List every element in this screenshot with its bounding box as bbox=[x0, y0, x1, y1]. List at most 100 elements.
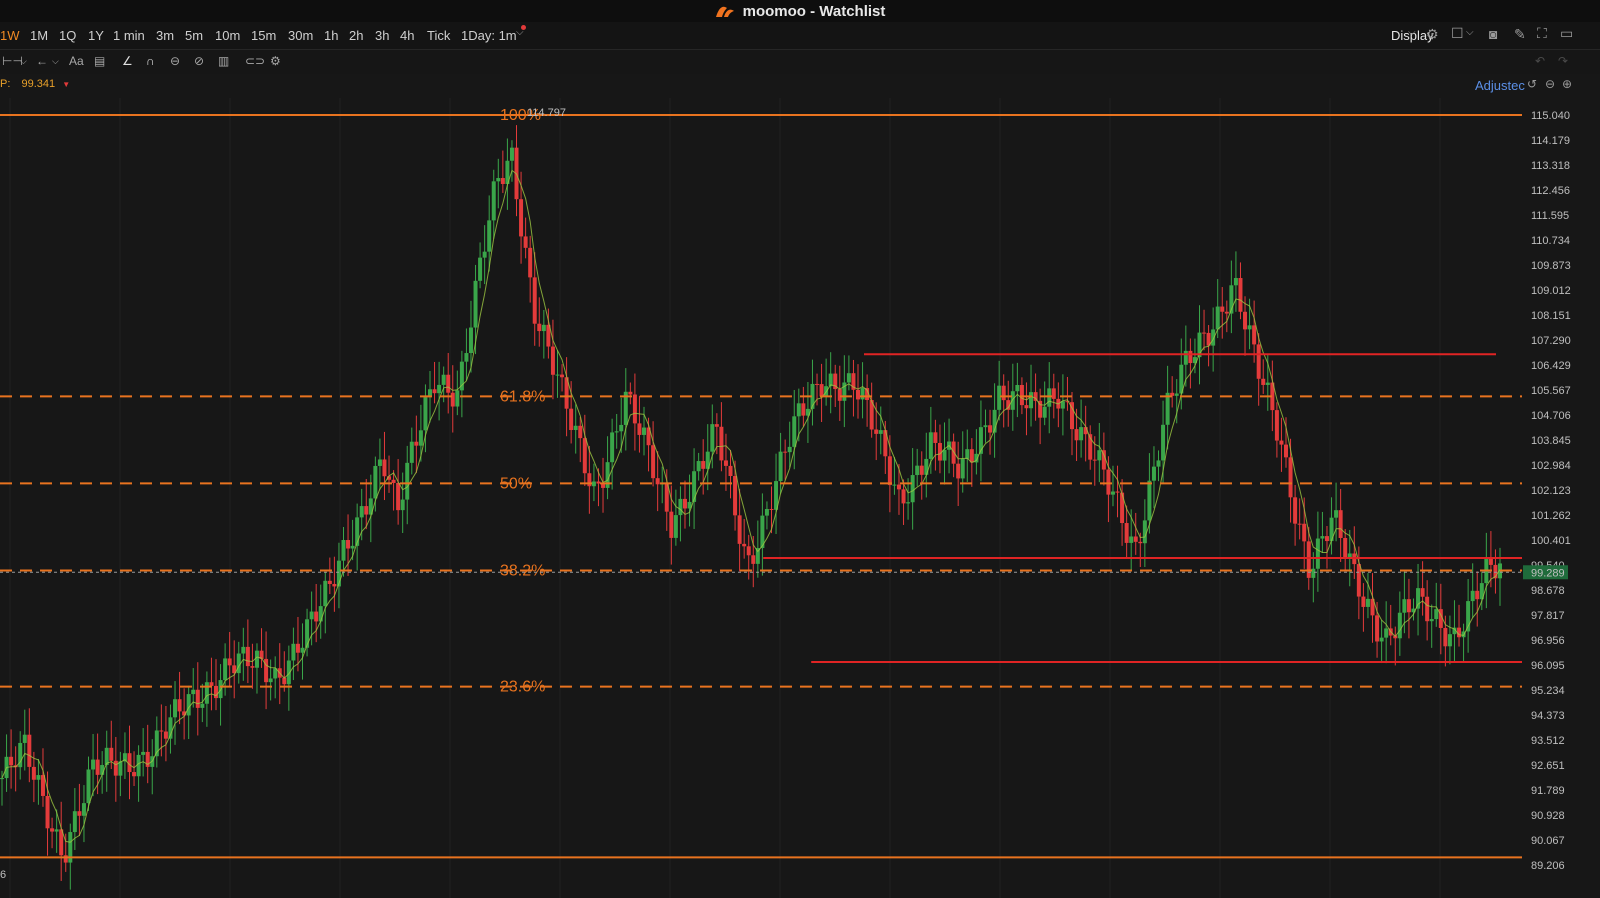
candle-up bbox=[1129, 536, 1134, 543]
candle-up bbox=[764, 508, 769, 516]
axis-tick-label: 115.040 bbox=[1531, 110, 1570, 122]
lock-drawing-icon[interactable]: ⊖ bbox=[170, 54, 180, 68]
axis-tick-label: 107.290 bbox=[1531, 335, 1571, 347]
tab-5m[interactable]: 5m bbox=[185, 28, 203, 43]
magnet-icon[interactable]: ∩ bbox=[146, 54, 155, 68]
settings-gear-icon[interactable]: ⚙ bbox=[1426, 26, 1439, 43]
candle-up bbox=[341, 540, 346, 561]
price-chart[interactable]: 100%61.8%50%38.2%23.6% 115.040114.179113… bbox=[0, 0, 1600, 898]
candle-up bbox=[418, 430, 423, 446]
tab-15m[interactable]: 15m bbox=[251, 28, 276, 43]
line-tool-icon[interactable]: ∠ bbox=[122, 54, 133, 68]
tab-30m[interactable]: 30m bbox=[288, 28, 313, 43]
candle-down bbox=[163, 731, 168, 739]
candle-down bbox=[751, 555, 756, 564]
candle-up bbox=[965, 449, 970, 459]
undo-icon[interactable]: ↶ bbox=[1535, 54, 1545, 68]
tab-1min[interactable]: 1 min bbox=[113, 28, 145, 43]
chevron-down-icon[interactable]: ⌵ bbox=[52, 56, 59, 67]
tab-3m[interactable]: 3m bbox=[156, 28, 174, 43]
moomoo-logo-icon bbox=[715, 6, 734, 17]
pencil-icon[interactable]: ✎ bbox=[1514, 26, 1526, 43]
tab-1q[interactable]: 1Q bbox=[59, 28, 76, 43]
zoom-in-icon[interactable]: ⊕ bbox=[1562, 77, 1572, 91]
candle-up bbox=[1015, 385, 1020, 392]
comment-icon[interactable]: ▤ bbox=[94, 54, 105, 68]
candle-up bbox=[204, 682, 209, 704]
tab-tick[interactable]: Tick bbox=[427, 28, 450, 43]
candle-up bbox=[1265, 382, 1270, 385]
axis-tick-label: 111.595 bbox=[1531, 210, 1569, 222]
candle-up bbox=[1416, 588, 1421, 609]
tab-1w[interactable]: 1W bbox=[0, 28, 20, 43]
candle-up bbox=[437, 384, 442, 394]
candle-down bbox=[364, 506, 369, 515]
candle-up bbox=[400, 499, 405, 511]
tab-1h[interactable]: 1h bbox=[324, 28, 338, 43]
camera-icon[interactable]: ◙ bbox=[1489, 26, 1497, 42]
candle-down bbox=[132, 772, 137, 777]
tab-1y[interactable]: 1Y bbox=[88, 28, 104, 43]
candle-up bbox=[1434, 609, 1439, 620]
candle-up bbox=[482, 251, 487, 258]
zoom-out-icon[interactable]: ⊖ bbox=[1545, 77, 1555, 91]
candle-up bbox=[1334, 510, 1339, 518]
chevron-down-icon[interactable]: ⌵ bbox=[1408, 27, 1416, 38]
candle-up bbox=[692, 471, 697, 502]
fullscreen-icon[interactable]: ⛶ bbox=[1537, 25, 1547, 42]
candle-down bbox=[569, 408, 574, 431]
axis-tick-label: 103.845 bbox=[1531, 435, 1571, 447]
adjusted-dropdown[interactable]: Adjustec bbox=[1475, 78, 1525, 93]
tab-2h[interactable]: 2h bbox=[349, 28, 363, 43]
axis-tick-label: 102.123 bbox=[1531, 485, 1571, 497]
reset-icon[interactable]: ↺ bbox=[1527, 77, 1537, 91]
drawing-settings-icon[interactable]: ⚙ bbox=[270, 54, 281, 68]
trash-icon[interactable]: ▥ bbox=[218, 54, 229, 68]
candle-up bbox=[960, 458, 965, 479]
axis-tick-label: 101.262 bbox=[1531, 510, 1571, 522]
candle-down bbox=[723, 460, 728, 466]
tab-10m[interactable]: 10m bbox=[215, 28, 240, 43]
chevron-down-icon[interactable]: ⌵ bbox=[1466, 27, 1474, 38]
candle-up bbox=[464, 353, 469, 362]
candle-up bbox=[928, 432, 933, 459]
chevron-down-icon[interactable]: ⌵ bbox=[20, 56, 27, 67]
back-arrow-icon[interactable]: ← bbox=[36, 54, 48, 68]
tab-1m[interactable]: 1M bbox=[30, 28, 48, 43]
candle-up bbox=[1470, 590, 1475, 602]
candle-down bbox=[1475, 590, 1480, 600]
candle-down bbox=[1224, 311, 1229, 314]
candle-up bbox=[642, 427, 646, 435]
tab-4h[interactable]: 4h bbox=[400, 28, 414, 43]
tab-1day-1m[interactable]: 1Day: 1m bbox=[461, 28, 517, 43]
candle-down bbox=[1115, 491, 1120, 493]
redo-icon[interactable]: ↷ bbox=[1558, 54, 1568, 68]
candle-down bbox=[346, 540, 351, 549]
candle-down bbox=[1124, 523, 1129, 543]
candle-up bbox=[487, 220, 492, 252]
hide-drawing-icon[interactable]: ⊘ bbox=[194, 54, 204, 68]
candle-down bbox=[1238, 278, 1243, 312]
candle-up bbox=[1233, 278, 1238, 286]
text-tool-icon[interactable]: Aa bbox=[69, 54, 84, 68]
link-icon[interactable]: ⊂⊃ bbox=[245, 54, 265, 68]
candle-down bbox=[628, 391, 633, 395]
candle-down bbox=[733, 476, 738, 516]
axis-tick-label: 102.984 bbox=[1531, 460, 1571, 472]
candle-up bbox=[1147, 480, 1152, 521]
candle-up bbox=[241, 646, 246, 654]
axis-tick-label: 109.873 bbox=[1531, 260, 1571, 272]
candle-up bbox=[906, 502, 911, 504]
caret-down-icon: ▼ bbox=[62, 80, 71, 89]
candle-down bbox=[1256, 344, 1261, 379]
candle-up bbox=[318, 606, 323, 622]
window-icon[interactable]: ▭ bbox=[1560, 25, 1573, 42]
layout-icon[interactable]: ☐ bbox=[1451, 25, 1464, 42]
candle-up bbox=[983, 425, 988, 428]
candle-up bbox=[22, 734, 27, 743]
candle-up bbox=[878, 430, 883, 434]
candle-up bbox=[350, 545, 355, 549]
candle-up bbox=[997, 385, 1002, 410]
tab-3h[interactable]: 3h bbox=[375, 28, 389, 43]
candle-down bbox=[988, 425, 993, 433]
